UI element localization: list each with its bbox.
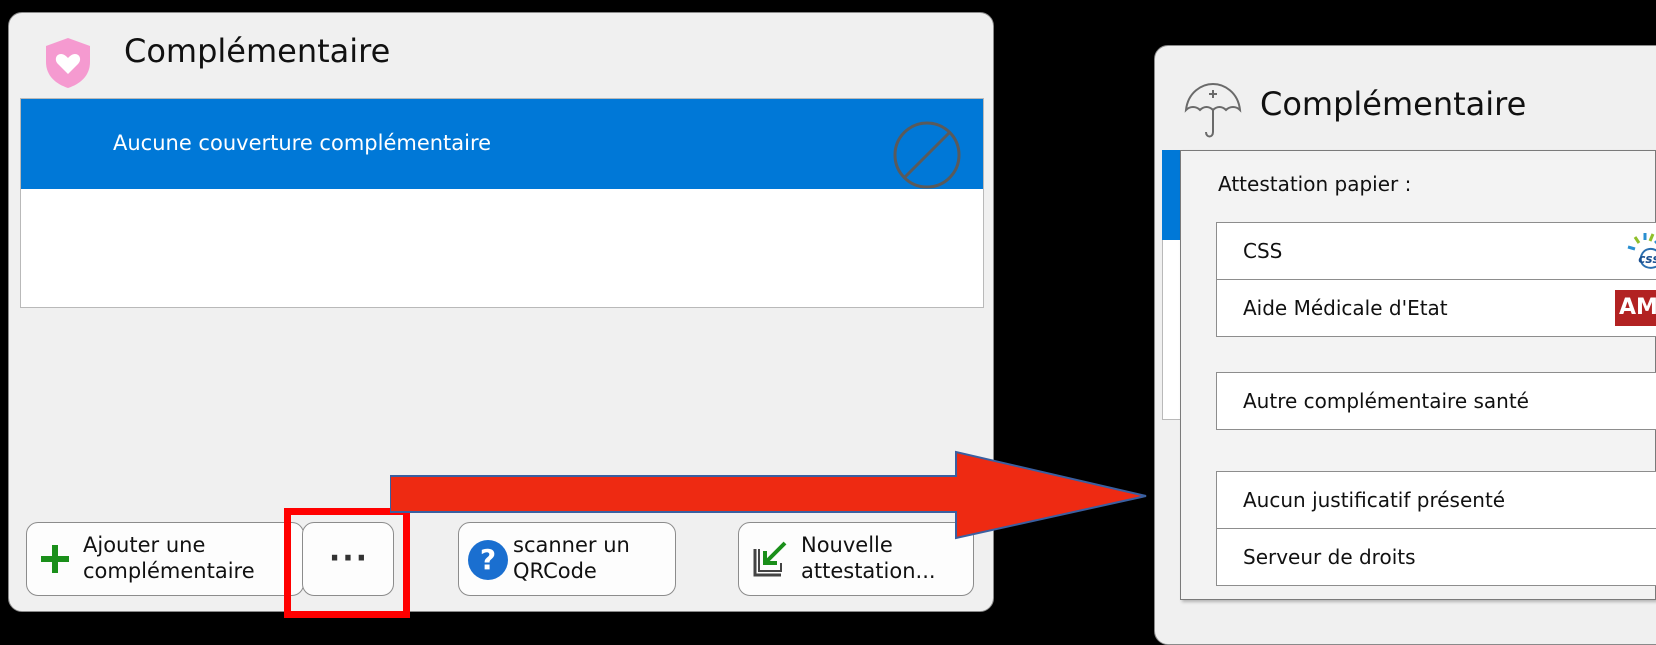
svg-text:css: css <box>1638 252 1656 266</box>
menu-item-css[interactable]: CSS css <box>1216 222 1656 280</box>
list-item-selected[interactable]: Aucune couverture complémentaire <box>21 99 983 189</box>
menu-heading: Attestation papier : <box>1218 172 1412 196</box>
import-icon <box>753 541 787 577</box>
menu-item-label: Autre complémentaire santé <box>1243 389 1529 413</box>
coverage-list[interactable]: Aucune couverture complémentaire <box>20 98 984 308</box>
svg-text:?: ? <box>480 543 496 576</box>
menu-item-rights-server[interactable]: Serveur de droits <box>1216 528 1656 586</box>
umbrella-icon <box>1184 82 1242 138</box>
add-button-label-1: Ajouter une <box>83 533 206 557</box>
add-button-label-2: complémentaire <box>83 559 255 583</box>
menu-item-label: Aucun justificatif présenté <box>1243 488 1506 512</box>
menu-item-label: Serveur de droits <box>1243 545 1416 569</box>
help-icon: ? <box>468 540 508 580</box>
ame-badge: AME <box>1615 290 1656 326</box>
plus-icon <box>41 545 69 573</box>
new-attestation-label-2: attestation... <box>801 559 936 583</box>
list-item-selected-right <box>1162 150 1180 240</box>
menu-item-label: CSS <box>1243 239 1283 263</box>
scan-button-label-2: QRCode <box>513 559 597 583</box>
heart-shield-icon <box>46 38 90 88</box>
no-entry-icon <box>893 121 961 189</box>
list-item-label: Aucune couverture complémentaire <box>113 131 492 155</box>
menu-item-label: Aide Médicale d'Etat <box>1243 296 1448 320</box>
menu-item-ame[interactable]: Aide Médicale d'Etat AME <box>1216 279 1656 337</box>
menu-item-other-insurance[interactable]: Autre complémentaire santé <box>1216 372 1656 430</box>
red-arrow-annotation <box>390 450 1147 540</box>
menu-item-no-proof[interactable]: Aucun justificatif présenté <box>1216 471 1656 529</box>
panel-title-right: Complémentaire <box>1260 85 1527 123</box>
css-logo-icon: css <box>1627 233 1656 269</box>
add-complementary-button[interactable]: Ajouter une complémentaire <box>26 522 304 596</box>
panel-title: Complémentaire <box>124 32 391 70</box>
